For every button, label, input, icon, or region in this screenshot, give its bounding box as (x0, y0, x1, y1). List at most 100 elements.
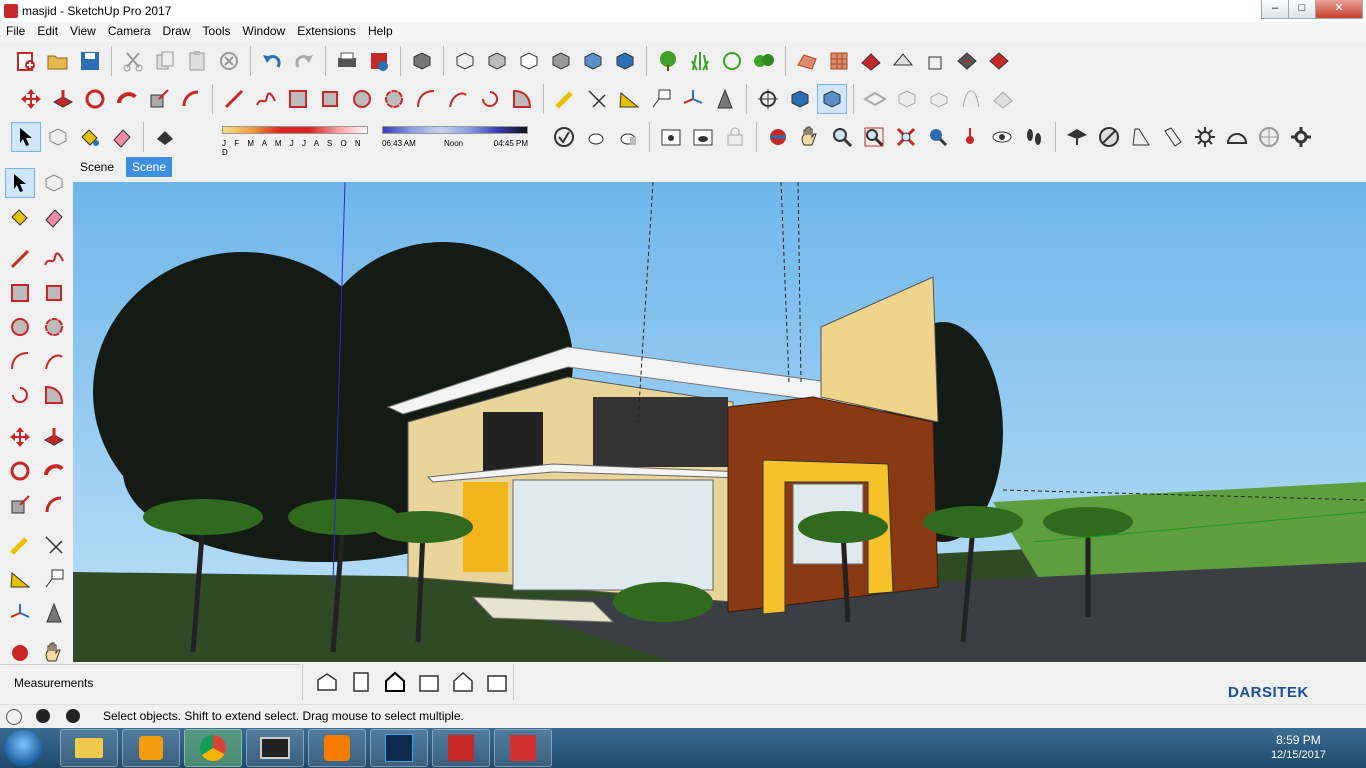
settings-gear-icon[interactable] (1286, 122, 1316, 152)
3d-warehouse-icon[interactable] (688, 122, 718, 152)
terrain-sandbox-icon[interactable] (792, 46, 822, 76)
menu-file[interactable]: File (0, 22, 31, 40)
left-scale-icon[interactable] (5, 490, 35, 520)
new-file-icon[interactable] (11, 46, 41, 76)
left-polygon-icon[interactable] (39, 312, 69, 342)
xray-icon[interactable] (450, 46, 480, 76)
arc-icon[interactable] (411, 84, 441, 114)
copy-icon[interactable] (150, 46, 180, 76)
mi-app-icon[interactable] (308, 729, 366, 767)
left-rotate-icon[interactable] (5, 456, 35, 486)
minimize-button[interactable]: – (1261, 0, 1289, 19)
left-text-icon[interactable] (39, 564, 69, 594)
stamp-icon[interactable] (888, 46, 918, 76)
cut-icon[interactable] (118, 46, 148, 76)
pie-icon[interactable] (507, 84, 537, 114)
smoove-icon[interactable] (856, 46, 886, 76)
sketchup-taskbar-icon[interactable] (494, 729, 552, 767)
sandbox-stamp-icon[interactable] (924, 84, 954, 114)
orbit-icon[interactable] (763, 122, 793, 152)
follow-me-icon[interactable] (112, 84, 142, 114)
left-offset-icon[interactable] (39, 490, 69, 520)
system-clock[interactable]: 8:59 PM 12/15/2017 (1271, 733, 1326, 763)
line-pencil-icon[interactable] (219, 84, 249, 114)
offset-icon[interactable] (176, 84, 206, 114)
paint-bucket-icon[interactable] (75, 122, 105, 152)
shaded-textures-icon[interactable] (610, 46, 640, 76)
shadows-toggle-icon[interactable] (150, 122, 180, 152)
left-eraser-icon[interactable] (39, 202, 69, 232)
menu-help[interactable]: Help (362, 22, 399, 40)
left-pie-icon[interactable] (39, 380, 69, 410)
top-view-icon[interactable] (346, 667, 376, 697)
three-point-arc-icon[interactable] (475, 84, 505, 114)
maximize-button[interactable]: □ (1288, 0, 1316, 19)
left-arc-icon[interactable] (5, 346, 35, 376)
measurements-box[interactable]: Measurements (0, 664, 300, 701)
text-label-icon[interactable] (646, 84, 676, 114)
sandbox-drape-icon[interactable] (956, 84, 986, 114)
position-camera-icon[interactable] (955, 122, 985, 152)
wireframe-icon[interactable] (514, 46, 544, 76)
push-pull-icon[interactable] (48, 84, 78, 114)
styles-icon[interactable] (549, 122, 579, 152)
display-section-cuts-icon[interactable] (817, 84, 847, 114)
menu-window[interactable]: Window (237, 22, 292, 40)
zoom-window-icon[interactable] (859, 122, 889, 152)
scene-tab-2[interactable]: Scene 2 (126, 157, 173, 194)
save-icon[interactable] (75, 46, 105, 76)
extension-warehouse-icon[interactable] (656, 122, 686, 152)
model-info-icon[interactable] (364, 46, 394, 76)
left-dimension-icon[interactable] (39, 530, 69, 560)
left-component-icon[interactable] (39, 168, 69, 198)
teapot-icon[interactable] (581, 122, 611, 152)
flip-edge-icon[interactable] (984, 46, 1014, 76)
menu-extensions[interactable]: Extensions (291, 22, 362, 40)
rotated-rectangle-icon[interactable] (315, 84, 345, 114)
left-tape-measure-icon[interactable] (5, 530, 35, 560)
hidden-line-icon[interactable] (546, 46, 576, 76)
media-player-icon[interactable] (122, 729, 180, 767)
previous-view-icon[interactable] (923, 122, 953, 152)
autocad-icon[interactable] (432, 729, 490, 767)
freehand-icon[interactable] (251, 84, 281, 114)
dome-icon[interactable] (1222, 122, 1252, 152)
start-button[interactable] (4, 730, 42, 766)
rectangle-icon[interactable] (283, 84, 313, 114)
shadow-date-slider[interactable]: J F M A M J J A S O N D (222, 126, 368, 157)
iso-view-icon[interactable] (312, 667, 342, 697)
look-around-icon[interactable] (987, 122, 1017, 152)
erase-icon[interactable] (214, 46, 244, 76)
add-detail-icon[interactable] (952, 46, 982, 76)
lock-icon[interactable] (720, 122, 750, 152)
geolocation-icon[interactable] (6, 709, 22, 725)
bush-outline-icon[interactable] (717, 46, 747, 76)
left-rectangle-icon[interactable] (5, 278, 35, 308)
open-folder-icon[interactable] (43, 46, 73, 76)
share-model-icon[interactable] (613, 122, 643, 152)
grass-icon[interactable] (685, 46, 715, 76)
from-contours-icon[interactable] (860, 84, 890, 114)
sun-icon[interactable] (1190, 122, 1220, 152)
paste-icon[interactable] (182, 46, 212, 76)
menu-tools[interactable]: Tools (197, 22, 237, 40)
camera-cone-icon[interactable] (1126, 122, 1156, 152)
user-account-icon[interactable] (66, 709, 80, 723)
axes-icon[interactable] (678, 84, 708, 114)
from-scratch-icon[interactable] (892, 84, 922, 114)
camera-iso-icon[interactable] (1094, 122, 1124, 152)
chrome-icon[interactable] (184, 729, 242, 767)
bush-icon[interactable] (749, 46, 779, 76)
display-section-planes-icon[interactable] (785, 84, 815, 114)
menu-view[interactable]: View (64, 22, 102, 40)
shaded-icon[interactable] (578, 46, 608, 76)
back-view-icon[interactable] (448, 667, 478, 697)
left-line-icon[interactable] (5, 244, 35, 274)
left-freehand-icon[interactable] (39, 244, 69, 274)
scale-icon[interactable] (144, 84, 174, 114)
front-view-icon[interactable] (380, 667, 410, 697)
left-axes-icon[interactable] (5, 598, 35, 628)
left-view-icon[interactable] (482, 667, 512, 697)
photoshop-icon[interactable] (370, 729, 428, 767)
tape-measure-icon[interactable] (550, 84, 580, 114)
